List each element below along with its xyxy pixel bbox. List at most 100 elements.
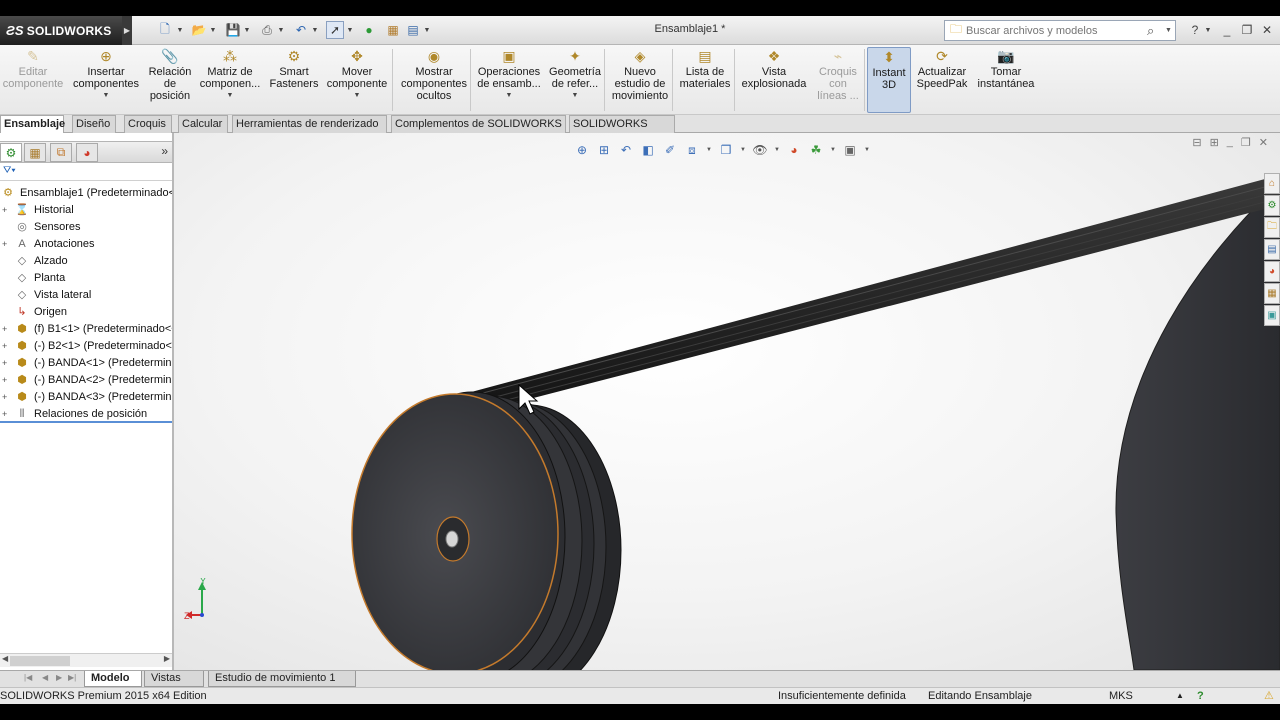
- view-settings-icon[interactable]: ▣: [842, 142, 858, 158]
- tree-expand-icon[interactable]: +: [2, 338, 10, 355]
- search-dropdown-icon[interactable]: ▼: [1165, 27, 1175, 34]
- undo-icon[interactable]: ↶: [292, 21, 310, 39]
- tab-solidworks-mbd[interactable]: SOLIDWORKS MBD: [569, 115, 675, 147]
- mostrar-ocultos-button[interactable]: ◉ Mostrar componentes ocultos: [396, 47, 472, 113]
- tree-node[interactable]: + ⬢ (-) BANDA<1> (Predeterminado: [0, 355, 172, 372]
- nuevo-estudio-button[interactable]: ◈ Nuevo estudio de movimiento: [606, 47, 674, 113]
- previous-tab-arrow-icon[interactable]: ◀: [42, 673, 48, 682]
- tab-complementos-de-solidworks[interactable]: Complementos de SOLIDWORKS: [391, 115, 566, 133]
- lista-materiales-button[interactable]: ▤ Lista de materiales: [676, 47, 734, 113]
- view-orientation-icon[interactable]: ⧈: [684, 142, 700, 158]
- small-pulley[interactable]: [351, 391, 622, 670]
- apply-scene-icon[interactable]: ☘: [808, 142, 824, 158]
- matriz-componentes-button[interactable]: ⁂ Matriz de componen... ▼: [196, 47, 264, 113]
- property-manager-tab-icon[interactable]: ▦: [24, 143, 46, 162]
- view-orientation-dropdown-icon[interactable]: ▼: [706, 147, 712, 153]
- previous-view-icon[interactable]: ↶: [618, 142, 634, 158]
- section-view-icon[interactable]: ◧: [640, 142, 656, 158]
- insertar-componentes-dropdown-icon[interactable]: ▼: [103, 90, 110, 102]
- open-dropdown-icon[interactable]: ▼: [209, 21, 217, 39]
- appearances-icon[interactable]: ◕: [1264, 261, 1280, 282]
- save-dropdown-icon[interactable]: ▼: [243, 21, 251, 39]
- tab-herramientas-de-renderizado[interactable]: Herramientas de renderizado: [232, 115, 387, 133]
- assembly-scene[interactable]: [174, 133, 1280, 670]
- large-pulley[interactable]: [1115, 182, 1280, 670]
- new-document-icon[interactable]: 🗋: [156, 21, 174, 39]
- tree-expand-icon[interactable]: +: [2, 202, 10, 219]
- tree-node[interactable]: + ⦀ Relaciones de posición: [0, 406, 172, 423]
- solidworks-resources-icon[interactable]: ⌂: [1264, 173, 1280, 194]
- mover-componente-button[interactable]: ✥ Mover componente ▼: [322, 47, 392, 113]
- custom-properties-icon[interactable]: ▦: [1264, 283, 1280, 304]
- display-style-dropdown-icon[interactable]: ▼: [740, 147, 746, 153]
- view-palette-icon[interactable]: ▤: [1264, 239, 1280, 260]
- tomar-instantanea-button[interactable]: 📷 Tomar instantánea: [972, 47, 1040, 113]
- operaciones-ensamblaje-dropdown-icon[interactable]: ▼: [506, 90, 513, 102]
- options-icon[interactable]: ▤: [404, 21, 422, 39]
- options-dropdown-icon[interactable]: ▼: [423, 21, 431, 39]
- tree-expand-icon[interactable]: +: [2, 372, 10, 389]
- scroll-left-icon[interactable]: ◀: [2, 654, 8, 663]
- open-folder-icon[interactable]: 📂: [190, 21, 208, 39]
- tab-dise-o[interactable]: Diseño: [72, 115, 116, 133]
- tree-node[interactable]: ↳ Origen: [0, 304, 172, 321]
- new-dropdown-icon[interactable]: ▼: [176, 21, 184, 39]
- select-dropdown-icon[interactable]: ▼: [346, 21, 354, 39]
- tree-node[interactable]: ⚙ Ensamblaje1 (Predeterminado<Pre: [0, 185, 172, 202]
- tree-node[interactable]: + ⬢ (f) B1<1> (Predeterminado<<Pre: [0, 321, 172, 338]
- smart-fasteners-button[interactable]: ⚙ Smart Fasteners: [266, 47, 322, 113]
- tree-expand-icon[interactable]: +: [2, 355, 10, 372]
- tree-node[interactable]: ◎ Sensores: [0, 219, 172, 236]
- search-icon[interactable]: ⌕: [1147, 23, 1165, 39]
- hide-show-items-icon[interactable]: 👁: [752, 142, 768, 158]
- vista-explosionada-button[interactable]: ❖ Vista explosionada: [740, 47, 808, 113]
- geometria-referencia-dropdown-icon[interactable]: ▼: [572, 90, 579, 102]
- tree-node[interactable]: + ⌛ Historial: [0, 202, 172, 219]
- feature-manager-tab-icon[interactable]: ⚙: [0, 143, 22, 162]
- save-icon[interactable]: 💾: [224, 21, 242, 39]
- select-pointer-icon[interactable]: ➚: [326, 21, 344, 39]
- zoom-to-fit-icon[interactable]: ⊕: [574, 142, 590, 158]
- viewport-split-icon[interactable]: ⊞: [1210, 136, 1219, 149]
- help-dropdown-icon[interactable]: ▼: [1203, 21, 1213, 39]
- graphics-area[interactable]: ⊕ ⊞ ↶ ◧ ✐ ⧈ ▼ ❒ ▼ 👁 ▼ ◕ ☘ ▼ ▣ ▼ ⊟ ⊞ _ ❐ …: [174, 133, 1280, 670]
- last-tab-arrow-icon[interactable]: ▶|: [68, 673, 76, 682]
- display-manager-tab-icon[interactable]: ◕: [76, 143, 98, 162]
- tree-node[interactable]: ◇ Alzado: [0, 253, 172, 270]
- bottom-tab-modelo[interactable]: Modelo: [84, 671, 142, 687]
- tree-expand-icon[interactable]: +: [2, 406, 10, 421]
- help-icon[interactable]: ?: [1186, 21, 1204, 39]
- file-properties-icon[interactable]: ▦: [384, 21, 402, 39]
- viewport-tile-icon[interactable]: ⊟: [1192, 136, 1201, 149]
- edit-appearance-icon[interactable]: ◕: [786, 142, 802, 158]
- configuration-manager-tab-icon[interactable]: ⧉: [50, 143, 72, 162]
- file-explorer-icon[interactable]: 🗀: [1264, 217, 1280, 238]
- matriz-componentes-dropdown-icon[interactable]: ▼: [227, 90, 234, 102]
- solidworks-logo[interactable]: ƧS SOLIDWORKS: [0, 16, 122, 45]
- filter-icon[interactable]: ⛛▾: [3, 165, 16, 176]
- search-box[interactable]: 🗀 ⌕ ▼: [944, 20, 1176, 41]
- undo-dropdown-icon[interactable]: ▼: [311, 21, 319, 39]
- minimize-window-icon[interactable]: _: [1218, 21, 1236, 39]
- print-icon[interactable]: ⎙: [258, 21, 276, 39]
- hide-show-dropdown-icon[interactable]: ▼: [774, 147, 780, 153]
- dynamic-annotation-icon[interactable]: ✐: [662, 142, 678, 158]
- search-input[interactable]: [966, 21, 1147, 40]
- units-dropdown-icon[interactable]: ▲: [1176, 688, 1184, 704]
- zoom-to-area-icon[interactable]: ⊞: [596, 142, 612, 158]
- tree-node[interactable]: ◇ Planta: [0, 270, 172, 287]
- tree-node[interactable]: + ⬢ (-) B2<1> (Predeterminado<<Pre: [0, 338, 172, 355]
- geometria-referencia-button[interactable]: ✦ Geometría de refer... ▼: [546, 47, 604, 113]
- rebuild-traffic-light-icon[interactable]: ●: [362, 21, 376, 39]
- tree-node[interactable]: ◇ Vista lateral: [0, 287, 172, 304]
- design-library-icon[interactable]: ⚙: [1264, 195, 1280, 216]
- more-tabs-icon[interactable]: »: [161, 144, 168, 158]
- croquis-lineas-button[interactable]: ⌁ Croquis con líneas ...: [814, 47, 862, 113]
- solidworks-forum-icon[interactable]: ▣: [1264, 305, 1280, 326]
- tree-filter[interactable]: ⛛▾: [0, 165, 172, 181]
- mover-componente-dropdown-icon[interactable]: ▼: [354, 90, 361, 102]
- tab-croquis[interactable]: Croquis: [124, 115, 172, 133]
- scroll-right-icon[interactable]: ▶: [164, 654, 170, 663]
- viewport-restore-icon[interactable]: ❐: [1241, 136, 1251, 149]
- operaciones-ensamblaje-button[interactable]: ▣ Operaciones de ensamb... ▼: [474, 47, 544, 113]
